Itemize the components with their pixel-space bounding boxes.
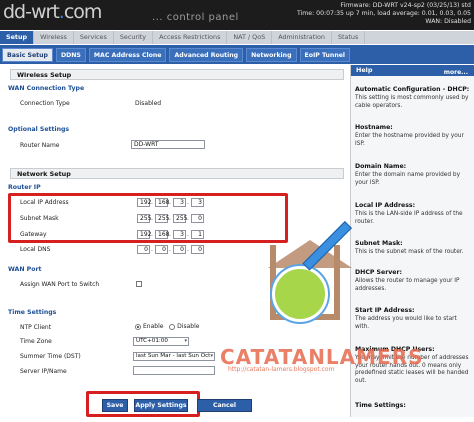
ntp-disable-radio[interactable] bbox=[169, 323, 176, 330]
help-text: The address you would like to start with… bbox=[355, 316, 457, 330]
wan-port-heading: WAN Port bbox=[8, 266, 42, 273]
server-ip-input[interactable] bbox=[133, 366, 215, 375]
ntp-enable-radio[interactable] bbox=[135, 323, 141, 330]
help-heading: Domain Name: bbox=[355, 163, 407, 170]
highlight-ip-settings bbox=[8, 193, 288, 243]
wan-connection-type-heading: WAN Connection Type bbox=[8, 85, 85, 92]
connection-type-value[interactable]: Disabled bbox=[135, 100, 161, 107]
ntp-enable-label: Enable bbox=[143, 323, 164, 330]
time-zone-select[interactable]: UTC+01:00 ▾ bbox=[133, 337, 189, 346]
dns-octet-1[interactable]: 0 bbox=[137, 245, 150, 254]
cancel-changes-button[interactable]: Cancel Changes bbox=[197, 399, 252, 420]
tab-security[interactable]: Security bbox=[114, 31, 154, 44]
dst-label: Summer Time (DST) bbox=[20, 353, 81, 360]
ntp-client-label: NTP Client bbox=[20, 324, 52, 331]
firmware-info: Firmware: DD-WRT v24-sp2 (03/25/13) std … bbox=[297, 2, 471, 26]
time-settings-heading: Time Settings bbox=[8, 309, 57, 316]
help-heading: Local IP Address: bbox=[355, 202, 416, 209]
tab-access-restrictions[interactable]: Access Restrictions bbox=[153, 31, 228, 44]
watermark-url: http://catatan-lamers.blogspot.com bbox=[228, 366, 335, 373]
tab-wireless[interactable]: Wireless bbox=[34, 31, 74, 44]
subtab-mac-address-clone[interactable]: MAC Address Clone bbox=[88, 47, 167, 62]
firmware-version: Firmware: DD-WRT v24-sp2 (03/25/13) std bbox=[340, 2, 471, 9]
dst-value: last Sun Mar - last Sun Oct bbox=[136, 353, 211, 359]
subtab-basic-setup[interactable]: Basic Setup bbox=[2, 47, 53, 62]
uptime-info: Time: 00:07:35 up 7 min, load average: 0… bbox=[296, 10, 471, 17]
help-text: Enter the domain name provided by your I… bbox=[355, 172, 460, 186]
help-text: This setting is most commonly used by ca… bbox=[355, 95, 469, 109]
help-heading: Subnet Mask: bbox=[355, 240, 403, 247]
watermark-globe-icon bbox=[272, 266, 328, 322]
chevron-down-icon: ▾ bbox=[184, 338, 187, 344]
main-tabs: Setup Wireless Services Security Access … bbox=[0, 31, 474, 44]
local-dns-label: Local DNS bbox=[20, 246, 51, 253]
wan-status: WAN: Disabled bbox=[425, 18, 471, 25]
subtab-advanced-routing[interactable]: Advanced Routing bbox=[169, 47, 244, 62]
help-heading: Start IP Address: bbox=[355, 307, 415, 314]
tab-administration[interactable]: Administration bbox=[272, 31, 332, 44]
save-button[interactable]: Save bbox=[102, 399, 128, 412]
ip-separator: . bbox=[187, 246, 189, 253]
chevron-down-icon: ▾ bbox=[210, 353, 213, 359]
top-header: dd-wrt.com ... control panel Firmware: D… bbox=[0, 0, 474, 30]
ip-separator: . bbox=[151, 246, 153, 253]
tab-setup[interactable]: Setup bbox=[0, 31, 35, 44]
time-zone-label: Time Zone bbox=[20, 338, 52, 345]
section-network-setup: Network Setup bbox=[10, 168, 344, 179]
ip-separator: . bbox=[169, 246, 171, 253]
section-wireless-setup: Wireless Setup bbox=[10, 69, 344, 80]
ddwrt-logo: dd-wrt.com bbox=[3, 1, 102, 23]
ntp-disable-label: Disable bbox=[177, 323, 200, 330]
optional-settings-heading: Optional Settings bbox=[8, 126, 70, 133]
help-text: This is the LAN-side IP address of the r… bbox=[355, 211, 463, 225]
help-title: Help bbox=[356, 66, 373, 74]
help-text: This is the subnet mask of the router. bbox=[355, 249, 464, 255]
subtab-ddns[interactable]: DDNS bbox=[55, 47, 86, 62]
apply-settings-button[interactable]: Apply Settings bbox=[134, 399, 188, 412]
help-text: Enter the hostname provided by your ISP. bbox=[355, 133, 464, 147]
dns-octet-4[interactable]: 0 bbox=[191, 245, 204, 254]
ntp-client-options: Enable Disable bbox=[135, 323, 199, 330]
router-ip-heading: Router IP bbox=[8, 184, 41, 191]
dns-octet-3[interactable]: 0 bbox=[173, 245, 186, 254]
help-text: Allows the router to manage your IP addr… bbox=[355, 278, 460, 292]
tab-services[interactable]: Services bbox=[74, 31, 114, 44]
help-heading: DHCP Server: bbox=[355, 269, 403, 276]
help-heading: Hostname: bbox=[355, 124, 393, 131]
connection-type-label: Connection Type bbox=[20, 100, 70, 107]
router-name-input[interactable]: DD-WRT bbox=[131, 140, 205, 149]
help-heading: Automatic Configuration - DHCP: bbox=[355, 86, 470, 93]
sub-tabs: Basic Setup DDNS MAC Address Clone Advan… bbox=[0, 45, 474, 64]
help-more-link[interactable]: more... bbox=[444, 67, 468, 78]
server-ip-label: Server IP/Name bbox=[20, 368, 67, 375]
router-name-label: Router Name bbox=[20, 142, 60, 149]
assign-wan-label: Assign WAN Port to Switch bbox=[20, 281, 100, 288]
help-header: Help more... bbox=[351, 65, 474, 76]
subtab-networking[interactable]: Networking bbox=[246, 47, 297, 62]
help-heading: Time Settings: bbox=[355, 402, 406, 409]
assign-wan-checkbox[interactable] bbox=[136, 281, 142, 287]
dst-select[interactable]: last Sun Mar - last Sun Oct ▾ bbox=[133, 352, 215, 361]
tab-nat-qos[interactable]: NAT / QoS bbox=[227, 31, 273, 44]
dns-octet-2[interactable]: 0 bbox=[155, 245, 168, 254]
control-panel-title: ... control panel bbox=[152, 12, 239, 23]
tab-status[interactable]: Status bbox=[332, 31, 366, 44]
subtab-eoip-tunnel[interactable]: EoIP Tunnel bbox=[299, 47, 351, 62]
time-zone-value: UTC+01:00 bbox=[136, 338, 168, 344]
